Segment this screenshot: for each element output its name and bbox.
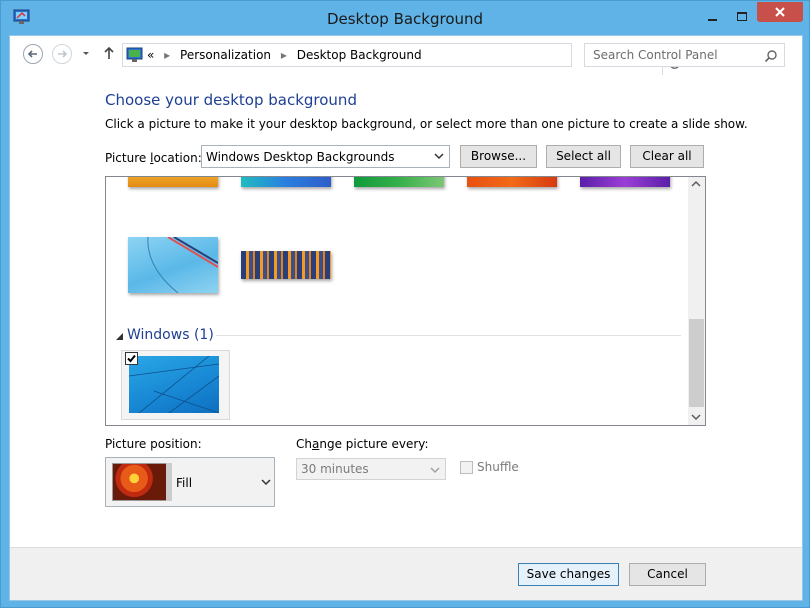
arrow-left-icon [27,50,37,58]
browse-button[interactable]: Browse... [460,145,537,168]
breadcrumb-personalization[interactable]: Personalization [180,48,271,62]
search-placeholder: Search Control Panel [593,48,718,62]
group-header-windows[interactable]: Windows (1) [127,327,214,343]
breadcrumb-overflow[interactable]: « [147,48,154,62]
wallpaper-thumbnail[interactable] [467,177,557,187]
save-changes-label: Save changes [526,567,611,581]
wallpaper-thumbnail[interactable] [241,177,331,187]
picture-location-label: Picture location: [105,151,202,165]
group-collapse-icon[interactable] [116,333,123,340]
cancel-label: Cancel [647,567,688,581]
breadcrumb-desktop-background[interactable]: Desktop Background [297,48,422,62]
picture-position-label: Picture position: [105,437,202,451]
search-icon[interactable] [764,49,778,63]
select-all-label: Select all [556,149,611,163]
search-box[interactable]: Search Control Panel [584,43,785,67]
breadcrumb-separator-icon: ▸ [280,48,287,62]
page-title: Choose your desktop background [105,91,357,109]
minimize-icon [707,19,717,21]
recent-locations-button[interactable] [80,47,92,59]
clear-all-label: Clear all [642,149,692,163]
wallpaper-thumbnail[interactable] [128,177,218,187]
client-area: « ▸ Personalization ▸ Desktop Background… [9,35,803,601]
fill-preview-image [112,463,167,501]
window-title: Desktop Background [326,10,484,28]
select-all-button[interactable]: Select all [546,145,621,168]
chevron-down-icon [261,479,271,486]
chevron-down-icon [434,153,444,160]
wallpaper-checkbox[interactable] [125,352,138,365]
breadcrumb-separator-icon: ▸ [164,48,171,62]
change-picture-value: 30 minutes [301,462,369,476]
maximize-icon [737,11,747,21]
chevron-down-icon [83,52,89,55]
scrollbar-thumb[interactable] [689,319,704,407]
wallpaper-thumbnail[interactable] [241,251,331,279]
arrow-right-icon [58,50,68,58]
selected-wallpaper-tile[interactable] [121,350,230,420]
gallery-scrollbar[interactable] [688,177,705,425]
forward-button[interactable] [52,44,72,64]
wallpaper-thumbnail[interactable] [128,355,220,414]
shuffle-label: Shuffle [477,460,519,474]
window: Desktop Background « ▸ Personalization ▸… [0,0,810,608]
fill-preview-edge [166,463,172,501]
wallpaper-lines [128,355,220,414]
wallpaper-thumbnail[interactable] [128,236,219,294]
cancel-button[interactable]: Cancel [629,563,706,586]
picture-location-select[interactable]: Windows Desktop Backgrounds [201,145,450,168]
group-divider [216,335,681,336]
browse-label: Browse... [470,149,527,163]
clear-all-button[interactable]: Clear all [630,145,704,168]
maximize-button[interactable] [729,1,755,31]
scroll-up-icon[interactable] [691,180,701,188]
chevron-down-icon [430,467,440,474]
up-button[interactable] [102,45,116,61]
change-picture-label: Change picture every: [296,437,429,451]
wallpaper-gallery: Windows (1) [105,176,706,426]
instructions: Click a picture to make it your desktop … [105,117,748,131]
picture-position-select[interactable]: Fill [105,457,275,507]
title-bar[interactable]: Desktop Background [1,1,809,37]
wallpaper-thumbnail[interactable] [580,177,670,187]
wallpaper-lines [147,236,219,294]
save-changes-button[interactable]: Save changes [518,563,619,586]
change-picture-select: 30 minutes [296,458,446,480]
control-panel-icon [126,47,144,63]
minimize-button[interactable] [695,1,729,31]
shuffle-checkbox [460,461,473,474]
picture-position-value: Fill [176,476,193,490]
scroll-down-icon[interactable] [691,413,701,421]
check-icon [127,354,136,363]
close-button[interactable] [757,2,803,22]
arrow-up-icon [104,46,114,59]
address-bar[interactable]: « ▸ Personalization ▸ Desktop Background [122,43,680,75]
close-icon [775,7,785,17]
wallpaper-thumbnail[interactable] [354,177,444,187]
footer: Save changes Cancel [10,547,802,600]
navigation-bar: « ▸ Personalization ▸ Desktop Background… [10,36,802,75]
breadcrumb: « ▸ Personalization ▸ Desktop Background [147,48,422,62]
back-button[interactable] [23,44,43,64]
picture-location-value: Windows Desktop Backgrounds [206,150,395,164]
